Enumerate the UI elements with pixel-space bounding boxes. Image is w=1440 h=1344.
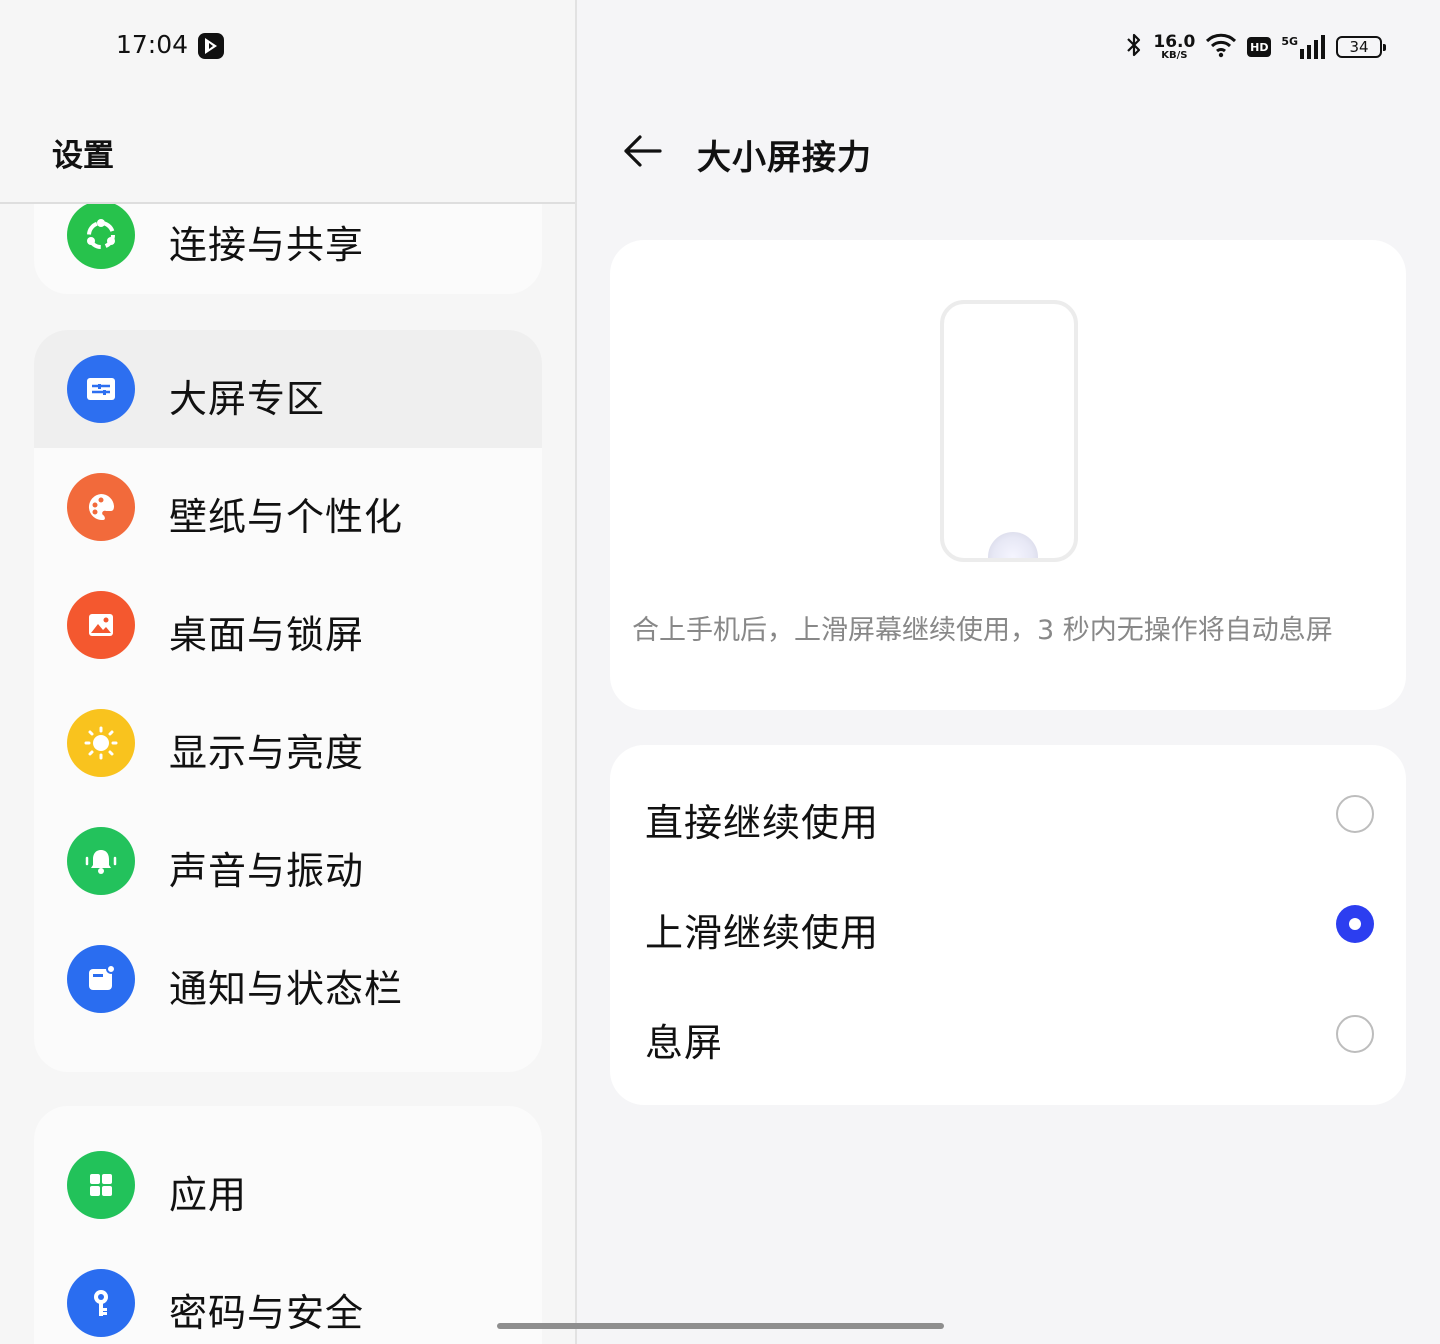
settings-item-label: 应用 [169,1173,248,1217]
settings-item-large-screen[interactable]: 大屏专区 [34,330,542,448]
wifi-icon [1205,32,1237,62]
settings-item-apps[interactable]: 应用 [34,1126,542,1244]
back-button[interactable] [620,130,666,172]
settings-item-sound-vibration[interactable]: 声音与振动 [34,802,542,920]
settings-list[interactable]: 连接与共享 大屏专区 壁纸与个性化 桌面与锁屏 显示与亮度 声音与振动 通知与状… [0,204,575,1344]
battery-level: 34 [1349,38,1369,56]
settings-item-label: 桌面与锁屏 [169,613,365,657]
apps-grid-icon [67,1151,135,1219]
settings-item-display-brightness[interactable]: 显示与亮度 [34,684,542,802]
phone-illustration [940,300,1078,562]
settings-item-label: 大屏专区 [169,377,326,421]
settings-item-label: 显示与亮度 [169,731,365,775]
status-bar-icons: 16.0 KB/S HD 5G 34 [1125,30,1386,64]
settings-group-connection: 连接与共享 [34,204,542,294]
settings-group-apps: 应用 密码与安全 [34,1106,542,1344]
settings-group-display: 大屏专区 壁纸与个性化 桌面与锁屏 显示与亮度 声音与振动 通知与状态栏 [34,330,542,1072]
share-icon [67,204,135,269]
settings-item-label: 密码与安全 [169,1291,365,1335]
handoff-options: 直接继续使用 上滑继续使用 息屏 [610,745,1406,1105]
radio-button[interactable] [1336,795,1374,833]
status-time: 17:04 [116,30,189,59]
settings-item-label: 通知与状态栏 [169,967,404,1011]
page-title: 大小屏接力 [697,138,872,178]
radio-button-selected[interactable] [1336,905,1374,943]
option-label: 息屏 [645,1021,724,1065]
network-speed: 16.0 KB/S [1153,31,1196,61]
pane-divider [575,0,577,1344]
bell-icon [67,827,135,895]
feature-description: 合上手机后，上滑屏幕继续使用，3 秒内无操作将自动息屏 [632,615,1333,646]
option-label: 直接继续使用 [645,801,880,845]
cellular-signal-icon: 5G [1281,35,1326,59]
settings-item-wallpaper[interactable]: 壁纸与个性化 [34,448,542,566]
settings-item-notification-statusbar[interactable]: 通知与状态栏 [34,920,542,1038]
notification-icon [67,945,135,1013]
settings-sidebar: 17:04 设置 连接与共享 大屏专区 壁纸与个性化 桌面与锁屏 显示与亮度 声… [0,0,576,1344]
settings-item-password-security[interactable]: 密码与安全 [34,1244,542,1344]
settings-item-label: 连接与共享 [169,223,365,267]
settings-item-home-lock[interactable]: 桌面与锁屏 [34,566,542,684]
option-swipe-up-continue[interactable]: 上滑继续使用 [610,872,1406,982]
picture-icon [67,591,135,659]
palette-icon [67,473,135,541]
option-label: 上滑继续使用 [645,911,880,955]
battery-icon: 34 [1336,36,1386,58]
settings-title: 设置 [52,138,114,174]
option-screen-off[interactable]: 息屏 [610,982,1406,1092]
home-indicator[interactable] [497,1323,944,1329]
hd-icon: HD [1247,37,1272,57]
large-screen-icon [67,355,135,423]
sun-icon [67,709,135,777]
illustration-card: 合上手机后，上滑屏幕继续使用，3 秒内无操作将自动息屏 [610,240,1406,710]
settings-item-label: 壁纸与个性化 [169,495,404,539]
swipe-up-hint-icon [988,532,1038,558]
settings-item-label: 声音与振动 [169,849,365,893]
option-continue-directly[interactable]: 直接继续使用 [610,762,1406,872]
settings-item-connection-sharing[interactable]: 连接与共享 [34,204,542,294]
arrow-left-icon [624,135,662,167]
bluetooth-icon [1125,32,1143,62]
app-notification-icon [198,33,224,59]
key-icon [67,1269,135,1337]
radio-button[interactable] [1336,1015,1374,1053]
